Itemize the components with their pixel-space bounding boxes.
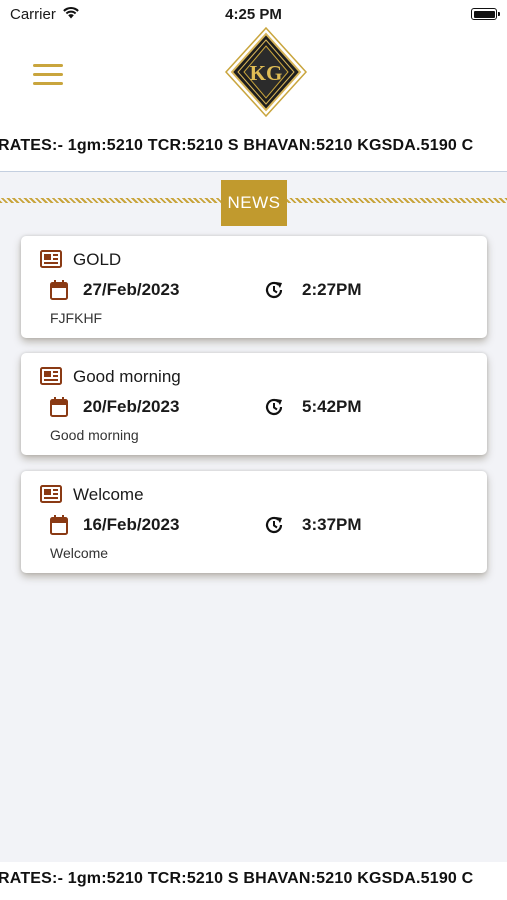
calendar-icon	[50, 280, 72, 300]
news-section-label: NEWS	[221, 180, 287, 226]
rates-ticker-text: RATES:- 1gm:5210 TCR:5210 S BHAVAN:5210 …	[0, 870, 474, 887]
battery-icon	[471, 8, 500, 20]
news-time: 2:27PM	[302, 280, 362, 299]
carrier-info: Carrier	[10, 6, 80, 23]
newspaper-icon	[40, 485, 62, 505]
news-date: 16/Feb/2023	[83, 515, 180, 534]
calendar-icon	[50, 397, 72, 417]
news-title: Welcome	[73, 485, 144, 504]
news-card[interactable]: Welcome 16/Feb/2023 3:37PM Welcome	[21, 471, 487, 573]
news-title: GOLD	[73, 250, 122, 269]
status-bar: Carrier 4:25 PM	[0, 0, 507, 28]
clock-history-icon	[264, 515, 286, 535]
rates-ticker-top: RATES:- 1gm:5210 TCR:5210 S BHAVAN:5210 …	[0, 124, 507, 172]
news-card[interactable]: Good morning 20/Feb/2023 5:42PM Good mor…	[21, 353, 487, 455]
newspaper-icon	[40, 367, 62, 387]
brand-logo: KG	[224, 26, 308, 118]
rates-ticker-text: RATES:- 1gm:5210 TCR:5210 S BHAVAN:5210 …	[0, 137, 474, 154]
news-date: 27/Feb/2023	[83, 280, 180, 299]
hamburger-menu-icon[interactable]	[33, 64, 63, 86]
news-description: FJFKHF	[50, 310, 103, 326]
rates-ticker-bottom: RATES:- 1gm:5210 TCR:5210 S BHAVAN:5210 …	[0, 862, 507, 900]
logo-text: KG	[250, 61, 283, 85]
app-header: KG	[0, 26, 507, 124]
wifi-icon	[62, 6, 80, 23]
news-description: Good morning	[50, 427, 139, 443]
news-title: Good morning	[73, 367, 181, 386]
news-time: 3:37PM	[302, 515, 362, 534]
news-card[interactable]: GOLD 27/Feb/2023 2:27PM FJFKHF	[21, 236, 487, 338]
news-description: Welcome	[50, 545, 109, 561]
clock-history-icon	[264, 280, 286, 300]
news-date: 20/Feb/2023	[83, 397, 180, 416]
calendar-icon	[50, 515, 72, 535]
clock-history-icon	[264, 397, 286, 417]
carrier-label: Carrier	[10, 6, 56, 23]
newspaper-icon	[40, 250, 62, 270]
news-time: 5:42PM	[302, 397, 362, 416]
